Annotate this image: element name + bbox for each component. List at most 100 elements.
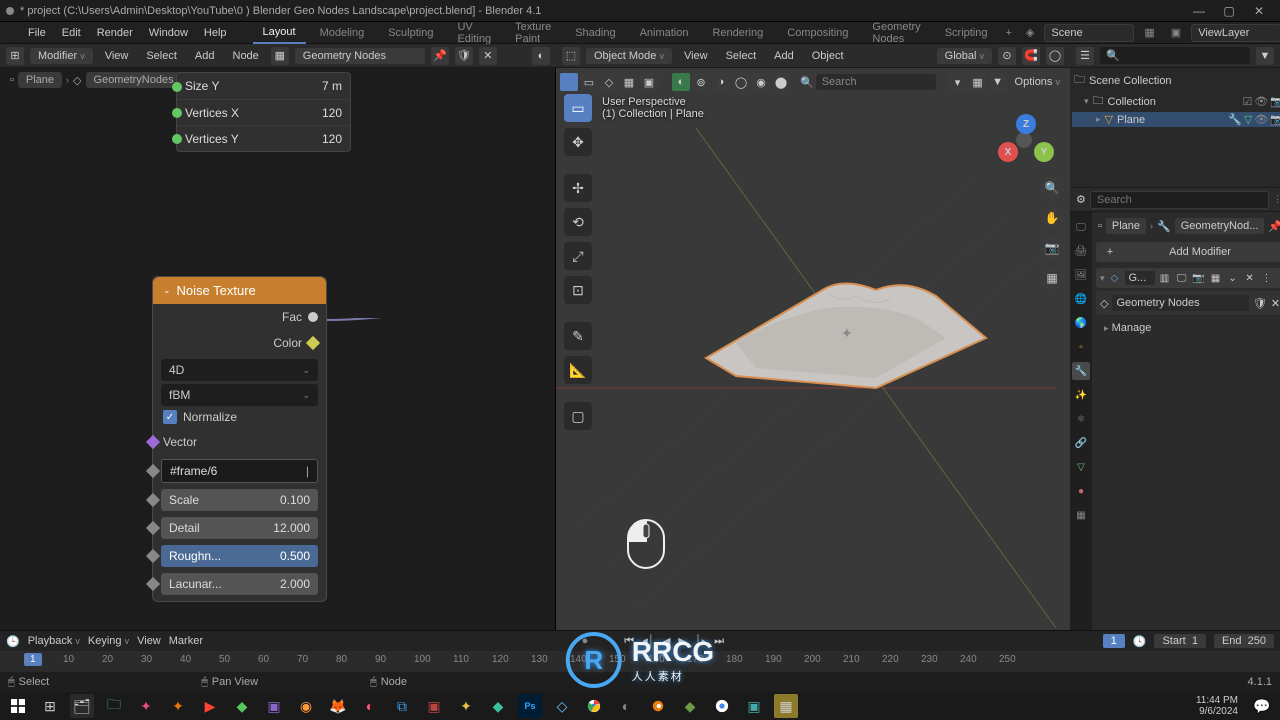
transform-tool[interactable]: ⊡ (564, 276, 592, 304)
noise-type-dropdown[interactable]: fBM⌄ (161, 384, 318, 406)
nodegroup-name[interactable]: Geometry Nodes (1112, 295, 1248, 311)
keying-menu[interactable]: Keying v (88, 635, 129, 647)
autokey-icon[interactable]: ● (582, 635, 589, 647)
outliner-search[interactable]: 🔍 (1100, 47, 1250, 64)
app-icon-12[interactable]: ◇ (550, 694, 574, 718)
noise-normalize-checkbox[interactable]: ✓ Normalize (163, 410, 316, 424)
disclosure-icon[interactable]: ▾ (1084, 96, 1089, 107)
play-rev-icon[interactable]: ◀ (662, 635, 670, 648)
next-key-icon[interactable]: ⏐▸ (695, 635, 706, 648)
scene-browse-icon[interactable]: ▦ (1138, 24, 1160, 41)
marker-menu[interactable]: Marker (169, 635, 203, 647)
tab-sculpting[interactable]: Sculpting (378, 23, 443, 43)
noise-out-fac[interactable]: Fac (153, 304, 326, 330)
tab-render[interactable]: 🖵 (1072, 218, 1090, 236)
noise-vector-input[interactable]: Vector (153, 428, 326, 456)
tab-constraints[interactable]: 🔗 (1072, 434, 1090, 452)
disclosure-icon[interactable]: ▸ (1096, 114, 1101, 125)
cursor-tool[interactable]: ✥ (564, 128, 592, 156)
app-icon-5[interactable]: ◆ (230, 694, 254, 718)
add-workspace-button[interactable]: + (1001, 27, 1015, 39)
props-type-icon[interactable]: ⚙ (1076, 193, 1086, 206)
node-editor-area[interactable]: ▫ Plane › ◇ GeometryNodes › ▫ Geometry N… (0, 68, 556, 630)
socket-icon[interactable] (172, 108, 182, 118)
nodegroup-datablock-row[interactable]: ◇ Geometry Nodes 🛡 ✕ (1096, 291, 1280, 315)
viewport-search[interactable]: Search (816, 74, 936, 90)
socket-fac-icon[interactable] (308, 312, 318, 322)
vp-menu-view[interactable]: View (678, 48, 714, 64)
breadcrumb-group[interactable]: GeometryNodes (86, 72, 182, 88)
explorer-icon[interactable]: 🗂 (70, 694, 94, 718)
node-menu-node[interactable]: Node (227, 48, 265, 64)
tab-shading[interactable]: Shading (565, 23, 625, 43)
chrome-icon-2[interactable] (710, 694, 734, 718)
shading-3-icon[interactable]: ⬤ (772, 73, 790, 91)
app-icon-9[interactable]: ▣ (422, 694, 446, 718)
grid-verts-y-row[interactable]: Vertices Y 120 (177, 125, 350, 151)
tab-viewlayer[interactable]: 🖼 (1072, 266, 1090, 284)
select-mode-icon[interactable] (560, 73, 578, 91)
extras-icon[interactable]: ⋮ (1260, 271, 1274, 285)
tab-data[interactable]: ▽ (1072, 458, 1090, 476)
fake-user-icon[interactable]: 🛡 (455, 47, 473, 65)
mod-icon[interactable]: 🔧 (1228, 113, 1242, 126)
menu-edit[interactable]: Edit (56, 25, 87, 41)
socket-w-icon[interactable] (146, 464, 160, 478)
gizmo-toggle-icon[interactable]: ◐ (672, 73, 690, 91)
nav-gizmo[interactable]: Z Y X (998, 114, 1054, 170)
blender-icon[interactable] (6, 25, 18, 41)
socket-icon[interactable] (172, 134, 182, 144)
pivot-icon[interactable]: ⊙ (998, 47, 1016, 65)
node-menu-add[interactable]: Add (189, 48, 221, 64)
toggle-editmode-icon[interactable]: ▥ (1158, 271, 1172, 285)
scene-name-field[interactable]: Scene (1044, 24, 1134, 42)
hide-icon[interactable]: 👁 (1254, 113, 1268, 126)
axis-z[interactable]: Z (1016, 114, 1036, 134)
tab-texture[interactable]: ▦ (1072, 506, 1090, 524)
app-icon-3[interactable]: ✦ (166, 694, 190, 718)
tab-scene[interactable]: 🌐 (1072, 290, 1090, 308)
socket-lacunarity-icon[interactable] (146, 577, 160, 591)
socket-detail-icon[interactable] (146, 521, 160, 535)
app-icon-2[interactable]: ✦ (134, 694, 158, 718)
unlink-icon[interactable]: ✕ (479, 47, 497, 65)
props-modgroup[interactable]: GeometryNod... (1175, 218, 1265, 234)
socket-color-icon[interactable] (306, 336, 320, 350)
app-icon-1[interactable]: 🗀 (102, 694, 126, 718)
move-tool[interactable]: ✢ (564, 174, 592, 202)
tab-scripting[interactable]: Scripting (935, 23, 998, 43)
pin-icon[interactable]: 📌 (431, 47, 449, 65)
perspective-icon[interactable]: ▦ (1040, 266, 1064, 290)
mode-dropdown[interactable]: Object Mode v (586, 48, 672, 64)
menu-help[interactable]: Help (198, 25, 233, 41)
viewlayer-icon[interactable]: ▣ (1165, 24, 1187, 41)
select-mode-2-icon[interactable]: ▭ (580, 73, 598, 91)
select-mode-5-icon[interactable]: ▣ (640, 73, 658, 91)
hide-icon[interactable]: 👁 (1254, 95, 1268, 108)
viewlayer-name-field[interactable]: ViewLayer (1191, 24, 1280, 42)
taskview-icon[interactable]: ⊞ (38, 694, 62, 718)
socket-scale-icon[interactable] (146, 493, 160, 507)
display-icon[interactable]: ▦ (969, 73, 987, 91)
timeline-type-icon[interactable]: 🕒 (6, 635, 20, 648)
scale-tool[interactable]: ⤢ (564, 242, 592, 270)
view-menu[interactable]: View (137, 635, 161, 647)
mesh-data-icon[interactable]: ▽ (1244, 113, 1252, 126)
chrome-icon[interactable] (582, 694, 606, 718)
prev-key-icon[interactable]: ◂⏐ (642, 634, 654, 648)
photoshop-icon[interactable]: Ps (518, 694, 542, 718)
notifications-icon[interactable]: 💬 (1250, 694, 1274, 718)
noise-out-color[interactable]: Color (153, 330, 326, 356)
vp-menu-select[interactable]: Select (720, 48, 763, 64)
tab-modeling[interactable]: Modeling (310, 23, 375, 43)
properties-search-input[interactable] (1090, 191, 1269, 209)
node-menu-select[interactable]: Select (140, 48, 183, 64)
outliner[interactable]: 🗀 Scene Collection ▾ 🗀 Collection ☑👁📷 ▸ … (1070, 68, 1280, 188)
timeline-area[interactable]: 🕒 Playback v Keying v View Marker ● ⏮ ◂⏐… (0, 630, 1280, 672)
app-icon-8[interactable]: ◐ (358, 694, 382, 718)
start-frame-field[interactable]: Start 1 (1154, 634, 1205, 648)
tab-compositing[interactable]: Compositing (777, 23, 858, 43)
outliner-type-icon[interactable]: ☰ (1076, 47, 1094, 65)
noise-detail-input[interactable]: Detail12.000 (153, 514, 326, 542)
maximize-button[interactable]: ▢ (1214, 4, 1244, 18)
